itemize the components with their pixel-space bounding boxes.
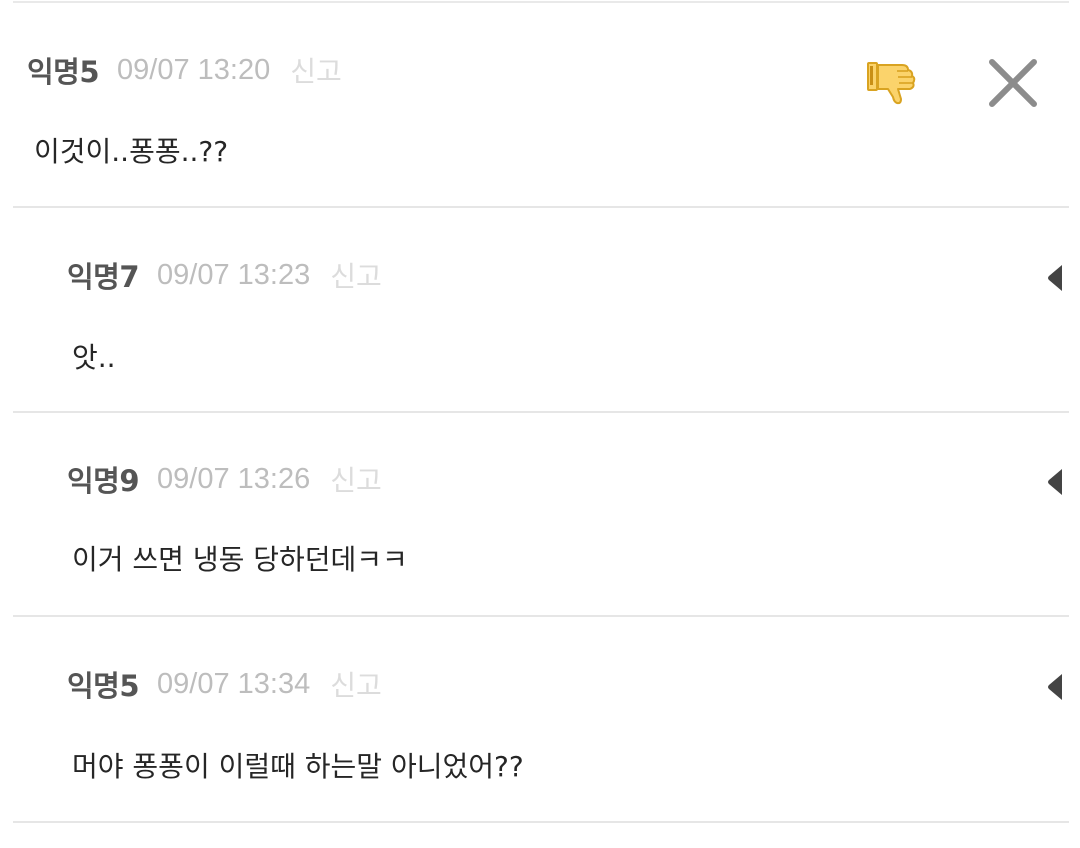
comment-body: 이것이..퐁퐁..?? (34, 135, 229, 168)
comment-time: 09/07 13:20 (117, 53, 271, 86)
comment-meta: 익명5 09/07 13:20 신고 (27, 48, 342, 92)
reply-item: 익명5 09/07 13:34 신고 머야 퐁퐁이 이럴때 하는말 아니었어?? (0, 617, 1080, 823)
reply-item: 익명9 09/07 13:26 신고 이거 쓰면 냉동 당하던데ㅋㅋ (0, 413, 1080, 617)
comment-author: 익명7 (67, 260, 140, 294)
comment-body: 머야 퐁퐁이 이럴때 하는말 아니었어?? (72, 750, 524, 783)
comment-item: 익명5 09/07 13:20 신고 이것이..퐁퐁..?? (0, 0, 1080, 208)
comment-thread: 익명5 09/07 13:20 신고 이것이..퐁퐁..?? 익명7 09/07… (0, 0, 1080, 848)
comment-meta: 익명5 09/07 13:34 신고 (67, 662, 382, 706)
reply-item: 익명7 09/07 13:23 신고 앗.. (0, 208, 1080, 413)
comment-body: 앗.. (72, 341, 116, 374)
report-button[interactable]: 신고 (330, 459, 382, 499)
caret-left-icon[interactable] (1046, 672, 1064, 702)
report-button[interactable]: 신고 (330, 255, 382, 295)
comment-time: 09/07 13:26 (157, 462, 311, 495)
comment-author: 익명9 (67, 464, 140, 498)
caret-left-icon[interactable] (1046, 467, 1064, 497)
thumbs-down-icon[interactable] (864, 57, 918, 107)
close-icon[interactable] (984, 54, 1042, 112)
comment-time: 09/07 13:23 (157, 258, 311, 291)
comment-author: 익명5 (67, 669, 140, 703)
comment-meta: 익명9 09/07 13:26 신고 (67, 457, 382, 501)
comment-body: 이거 쓰면 냉동 당하던데ㅋㅋ (72, 543, 408, 576)
comment-author: 익명5 (27, 55, 100, 89)
caret-left-icon[interactable] (1046, 263, 1064, 293)
report-button[interactable]: 신고 (330, 664, 382, 704)
comment-time: 09/07 13:34 (157, 667, 311, 700)
comment-meta: 익명7 09/07 13:23 신고 (67, 253, 382, 297)
comment-divider (13, 821, 1069, 823)
report-button[interactable]: 신고 (290, 50, 342, 90)
